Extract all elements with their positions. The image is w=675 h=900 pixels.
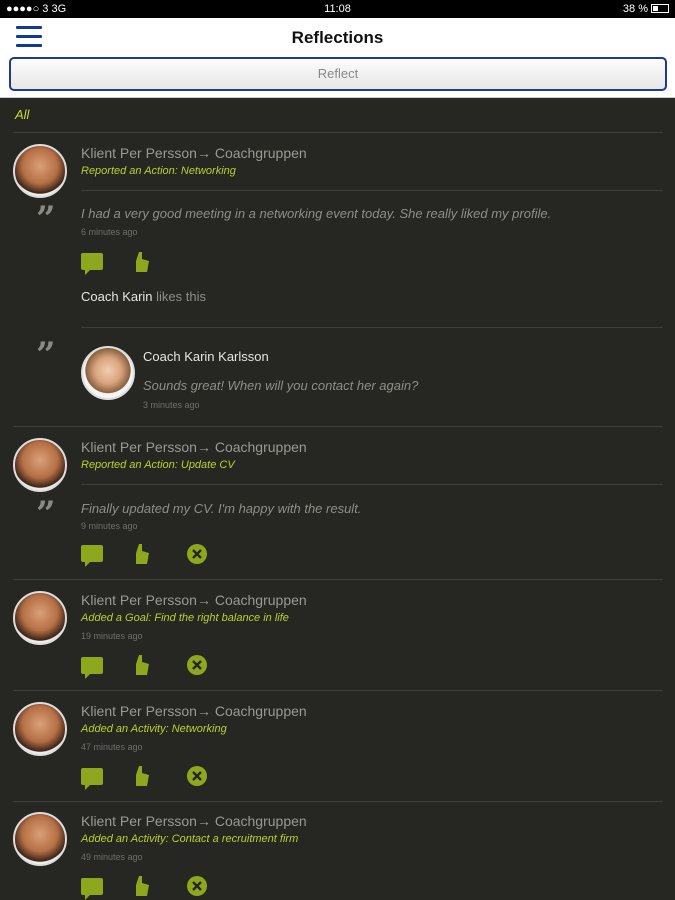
avatar[interactable] (13, 702, 67, 756)
divider (13, 579, 663, 580)
likes-label: likes this (152, 289, 207, 304)
divider (13, 426, 663, 427)
item-action: Added an Activity: Contact a recruitment… (81, 833, 299, 845)
item-message: I had a very good meeting in a networkin… (81, 206, 552, 221)
item-action: Reported an Action: Networking (81, 165, 236, 177)
comment-icon[interactable] (81, 545, 103, 567)
item-action: Added an Activity: Networking (81, 723, 227, 735)
quote-icon: ” (36, 494, 56, 534)
battery-percent: 38 % (622, 3, 648, 15)
quote-icon: ” (36, 335, 56, 375)
item-author[interactable]: Klient Per Persson→ Coachgruppen (81, 703, 307, 719)
clock: 11:08 (324, 3, 351, 15)
nav-bar: Reflections Reflect (0, 18, 675, 98)
remove-icon[interactable] (186, 543, 210, 565)
remove-icon[interactable] (186, 765, 210, 787)
item-time: 9 minutes ago (81, 521, 138, 531)
like-icon[interactable] (133, 765, 157, 787)
remove-icon[interactable] (186, 875, 210, 897)
divider (81, 190, 663, 191)
comment-icon[interactable] (81, 657, 103, 679)
remove-icon[interactable] (186, 654, 210, 676)
comment-time: 3 minutes ago (143, 400, 200, 410)
divider (81, 484, 663, 485)
avatar[interactable] (13, 591, 67, 645)
status-bar: ●●●●○ 3 3G 11:08 38 % (0, 0, 675, 18)
comment-author[interactable]: Coach Karin Karlsson (143, 349, 269, 364)
avatar[interactable] (13, 438, 67, 492)
item-author[interactable]: Klient Per Persson→ Coachgruppen (81, 592, 307, 608)
like-icon[interactable] (133, 251, 157, 273)
avatar[interactable] (13, 812, 67, 866)
item-time: 19 minutes ago (81, 631, 143, 641)
item-action: Reported an Action: Update CV (81, 459, 235, 471)
item-author[interactable]: Klient Per Persson→ Coachgruppen (81, 145, 307, 161)
filter-all[interactable]: All (15, 107, 29, 122)
item-message: Finally updated my CV. I'm happy with th… (81, 501, 362, 516)
divider (81, 327, 663, 328)
feed: All Klient Per Persson→ Coachgruppen Rep… (0, 98, 675, 900)
comment-icon[interactable] (81, 768, 103, 790)
likes-summary: Coach Karin likes this (81, 289, 206, 304)
item-time: 47 minutes ago (81, 742, 143, 752)
quote-icon: ” (36, 199, 56, 239)
divider (13, 801, 663, 802)
item-time: 6 minutes ago (81, 227, 138, 237)
liker-name[interactable]: Coach Karin (81, 289, 153, 304)
item-author[interactable]: Klient Per Persson→ Coachgruppen (81, 813, 307, 829)
divider (13, 690, 663, 691)
comment-icon[interactable] (81, 878, 103, 900)
battery-indicator: 38 % (623, 3, 669, 15)
page-title: Reflections (291, 28, 384, 47)
coach-avatar[interactable] (81, 346, 135, 400)
comment-message: Sounds great! When will you contact her … (143, 378, 419, 393)
avatar[interactable] (13, 144, 67, 198)
battery-icon (651, 4, 669, 13)
divider (13, 132, 663, 133)
like-icon[interactable] (133, 875, 157, 897)
comment-icon[interactable] (81, 253, 103, 275)
like-icon[interactable] (133, 543, 157, 565)
like-icon[interactable] (133, 654, 157, 676)
item-author[interactable]: Klient Per Persson→ Coachgruppen (81, 439, 307, 455)
item-time: 49 minutes ago (81, 852, 143, 862)
reflect-button[interactable]: Reflect (9, 57, 667, 91)
item-action: Added a Goal: Find the right balance in … (81, 612, 289, 624)
